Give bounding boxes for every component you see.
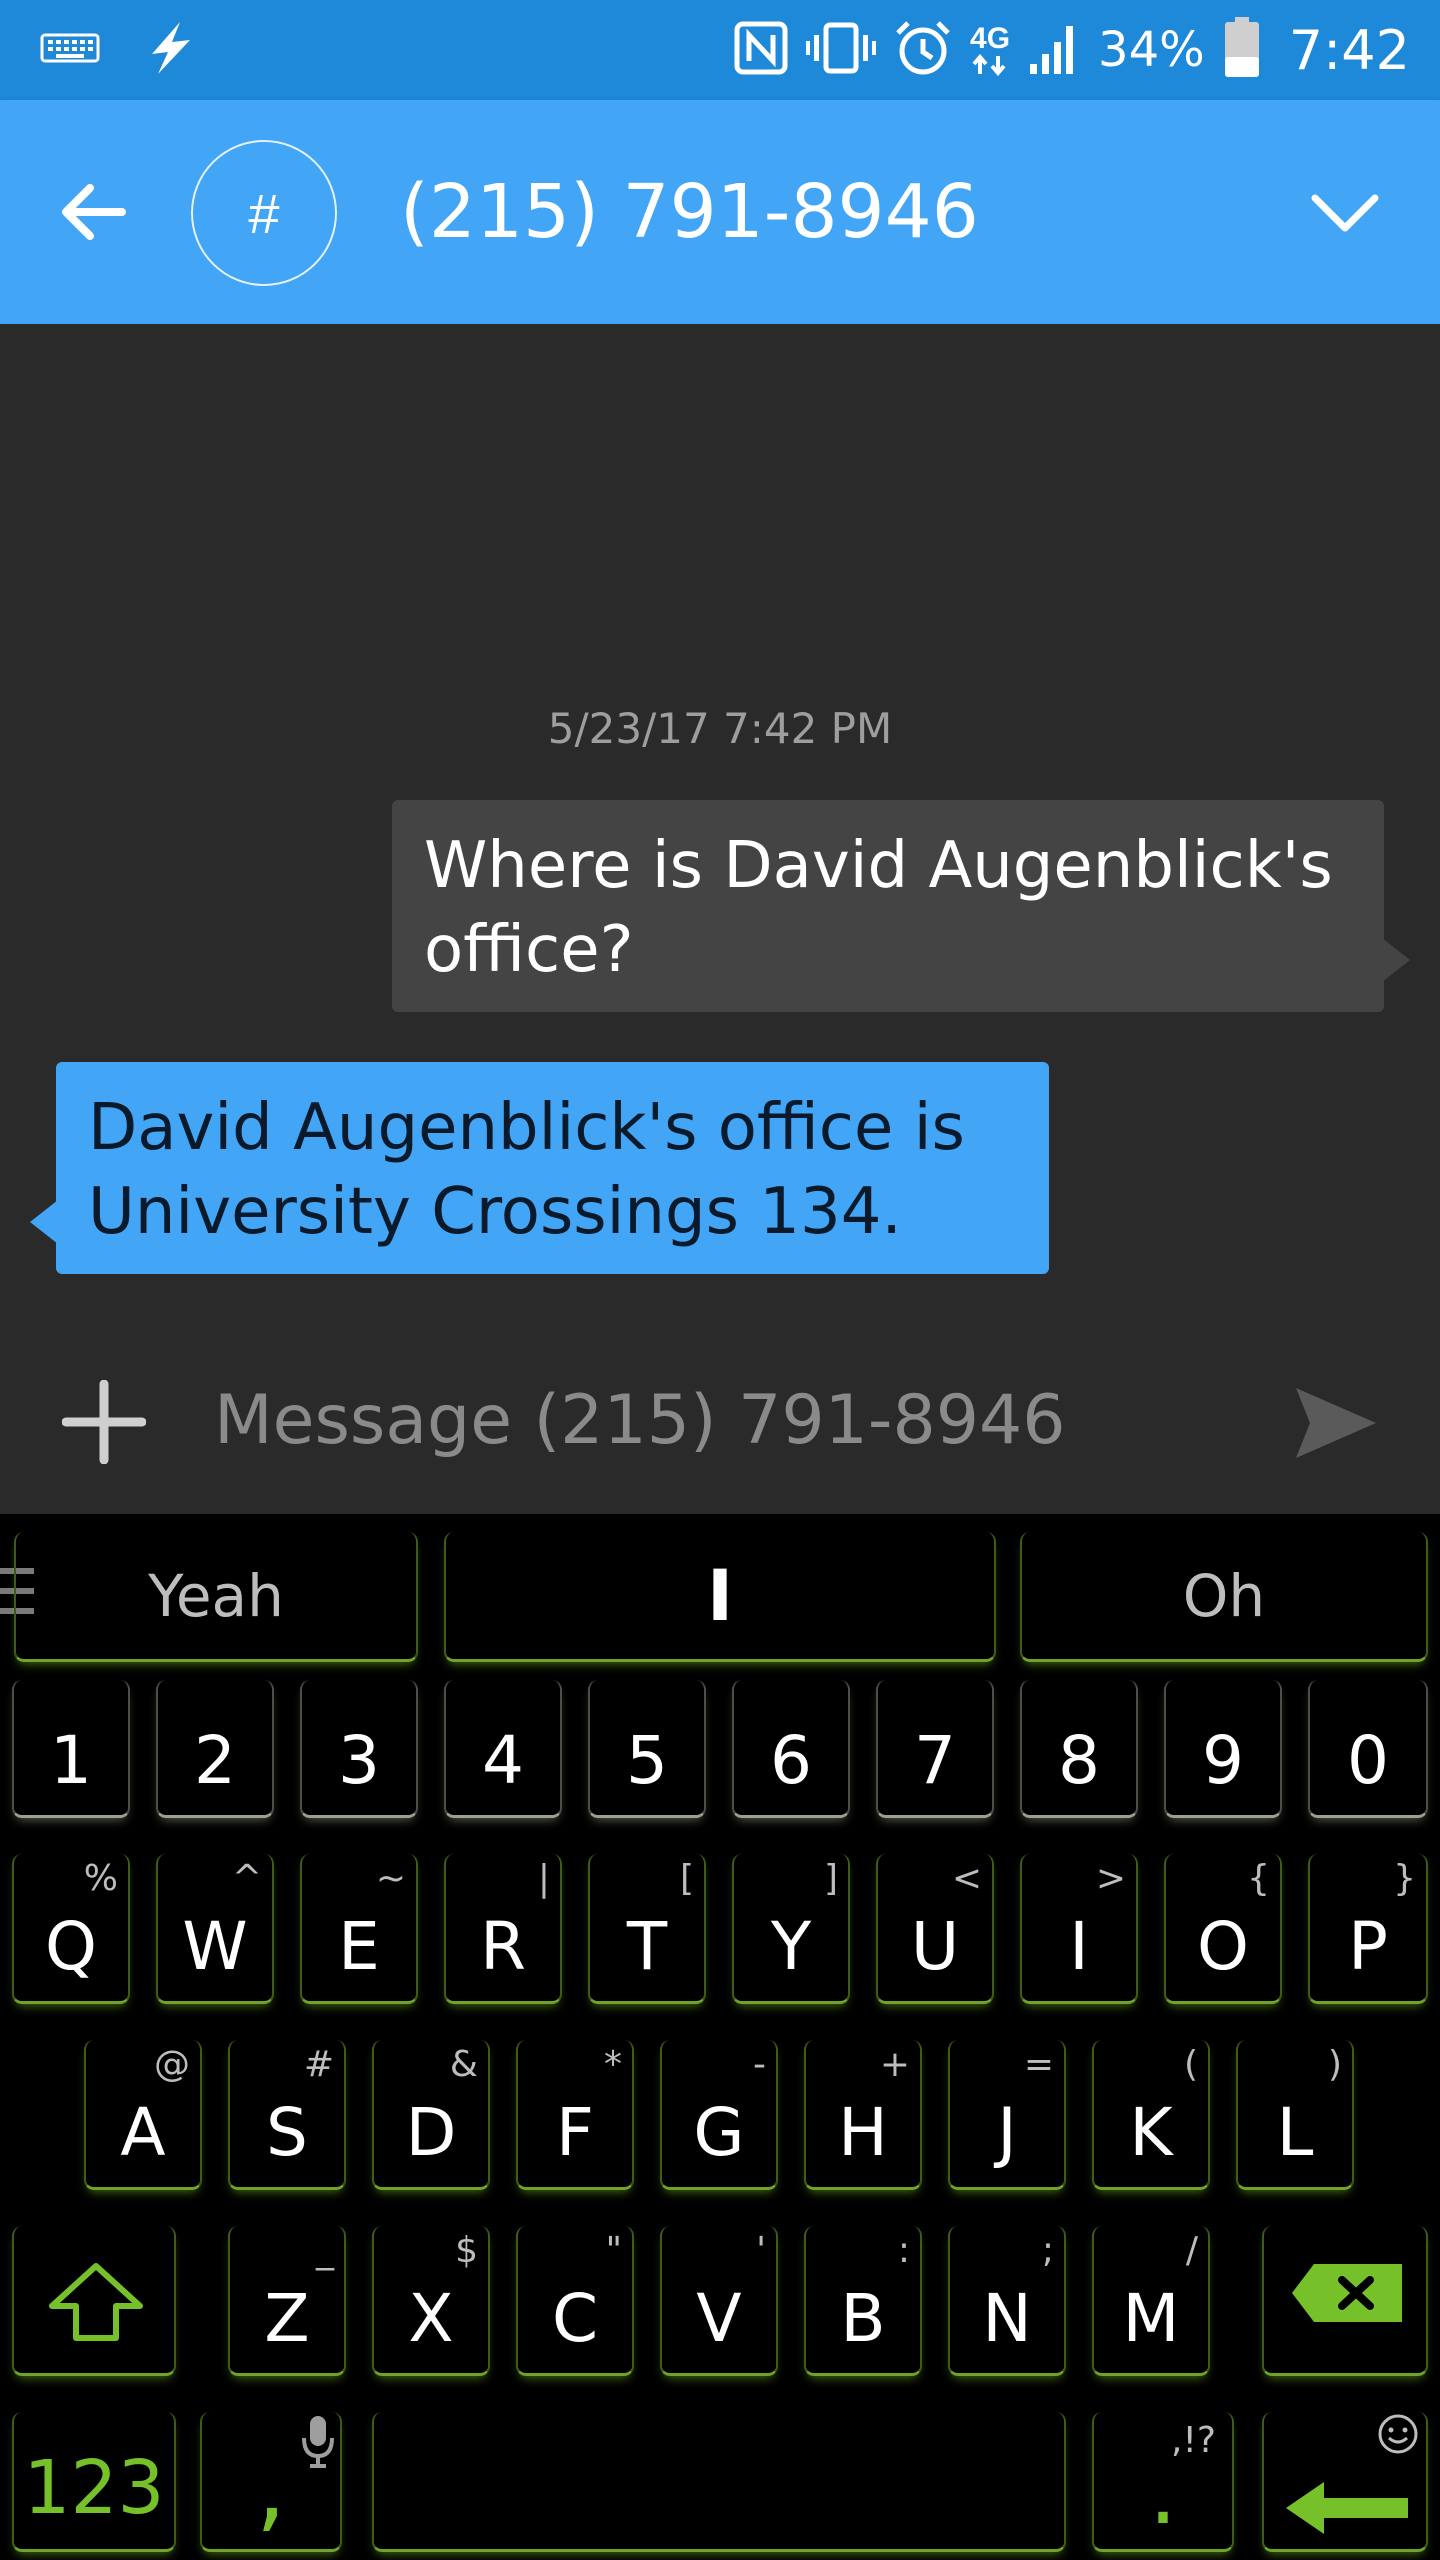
- key-1[interactable]: 1: [12, 1680, 130, 1818]
- key-3[interactable]: 3: [300, 1680, 418, 1818]
- key-c[interactable]: " C: [516, 2226, 634, 2376]
- outgoing-message-bubble[interactable]: Where is David Augenblick's office?: [392, 800, 1410, 1012]
- emoji-icon: [1378, 2414, 1418, 2454]
- alarm-icon: [894, 19, 952, 82]
- key-7[interactable]: 7: [876, 1680, 994, 1818]
- key-f[interactable]: * F: [516, 2040, 634, 2190]
- key-n[interactable]: ; N: [948, 2226, 1066, 2376]
- space-bar[interactable]: [372, 2412, 1066, 2552]
- incoming-message-bubble[interactable]: David Augenblick's office is University …: [30, 1062, 1049, 1274]
- key-8[interactable]: 8: [1020, 1680, 1138, 1818]
- back-button[interactable]: [54, 172, 134, 252]
- flash-icon: [140, 20, 200, 81]
- bubble-tail: [30, 1200, 58, 1244]
- key-i[interactable]: > I: [1020, 1854, 1138, 2004]
- key-z[interactable]: _ Z: [228, 2226, 346, 2376]
- key-e[interactable]: ~ E: [300, 1854, 418, 2004]
- nfc-icon: [734, 21, 788, 80]
- comma-key[interactable]: ,: [200, 2412, 342, 2552]
- keyboard-icon: [40, 33, 100, 68]
- key-k[interactable]: (K: [1092, 2040, 1210, 2190]
- key-m[interactable]: / M: [1092, 2226, 1210, 2376]
- suggestion-left[interactable]: Yeah: [14, 1532, 418, 1662]
- key-w[interactable]: ^ W: [156, 1854, 274, 2004]
- battery-icon: [1223, 16, 1261, 84]
- key-x[interactable]: $ X: [372, 2226, 490, 2376]
- attach-button[interactable]: [61, 1379, 147, 1465]
- suggestion-middle[interactable]: I: [444, 1532, 996, 1662]
- app-bar: # (215) 791-8946: [0, 100, 1440, 324]
- compose-bar: [0, 1340, 1440, 1514]
- key-y[interactable]: ] Y: [732, 1854, 850, 2004]
- clock: 7:42: [1288, 18, 1410, 82]
- backspace-icon: [1292, 2264, 1402, 2322]
- send-button[interactable]: [1290, 1378, 1380, 1468]
- key-6[interactable]: 6: [732, 1680, 850, 1818]
- keyboard: Yeah I Oh 1 2 3 4 5 6 7 8 9 0 % Q ^ W ~ E |…: [0, 1514, 1440, 2560]
- plus-icon: [61, 1379, 147, 1465]
- backspace-key[interactable]: [1262, 2226, 1428, 2376]
- key-u[interactable]: < U: [876, 1854, 994, 2004]
- key-r[interactable]: | R: [444, 1854, 562, 2004]
- message-timestamp: 5/23/17 7:42 PM: [547, 704, 893, 753]
- back-arrow-icon: [62, 184, 126, 240]
- key-j[interactable]: = J: [948, 2040, 1066, 2190]
- key-q[interactable]: % Q: [12, 1854, 130, 2004]
- key-b[interactable]: :B: [804, 2226, 922, 2376]
- key-p[interactable]: } P: [1308, 1854, 1428, 2004]
- key-g[interactable]: -G: [660, 2040, 778, 2190]
- message-input[interactable]: [214, 1360, 1244, 1480]
- signal-icon: [1028, 20, 1080, 81]
- enter-key[interactable]: [1262, 2412, 1428, 2552]
- contact-title[interactable]: (215) 791-8946: [400, 100, 979, 324]
- key-a[interactable]: @ A: [84, 2040, 202, 2190]
- 4g-lte-icon: 4G: [970, 24, 1010, 76]
- vibrate-icon: [806, 21, 877, 80]
- key-l[interactable]: ) L: [1236, 2040, 1354, 2190]
- key-o[interactable]: {O: [1164, 1854, 1282, 2004]
- conversation-view[interactable]: 5/23/17 7:42 PM Where is David Augenblic…: [0, 324, 1440, 1514]
- send-icon: [1296, 1388, 1376, 1458]
- key-4[interactable]: 4: [444, 1680, 562, 1818]
- key-0[interactable]: 0: [1308, 1680, 1428, 1818]
- key-9[interactable]: 9: [1164, 1680, 1282, 1818]
- shift-icon: [49, 2263, 143, 2341]
- key-h[interactable]: + H: [804, 2040, 922, 2190]
- incoming-message-text: David Augenblick's office is University …: [88, 1091, 965, 1249]
- period-key[interactable]: ,!? .: [1092, 2412, 1234, 2552]
- status-bar: 4G 34% 7:42: [0, 0, 1440, 100]
- outgoing-message-text: Where is David Augenblick's office?: [424, 829, 1333, 987]
- enter-icon: [1286, 2482, 1408, 2534]
- key-v[interactable]: ' V: [660, 2226, 778, 2376]
- key-s[interactable]: # S: [228, 2040, 346, 2190]
- battery-percent: 34%: [1098, 22, 1205, 78]
- suggestion-right[interactable]: Oh: [1020, 1532, 1428, 1662]
- expand-button[interactable]: [1305, 172, 1385, 252]
- chevron-down-icon: [1311, 194, 1379, 232]
- symbols-key[interactable]: 123: [12, 2412, 176, 2552]
- key-t[interactable]: [T: [588, 1854, 706, 2004]
- bubble-tail: [1382, 938, 1410, 982]
- key-d[interactable]: & D: [372, 2040, 490, 2190]
- key-5[interactable]: 5: [588, 1680, 706, 1818]
- shift-key[interactable]: [12, 2226, 176, 2376]
- contact-avatar[interactable]: #: [191, 140, 337, 286]
- key-2[interactable]: 2: [156, 1680, 274, 1818]
